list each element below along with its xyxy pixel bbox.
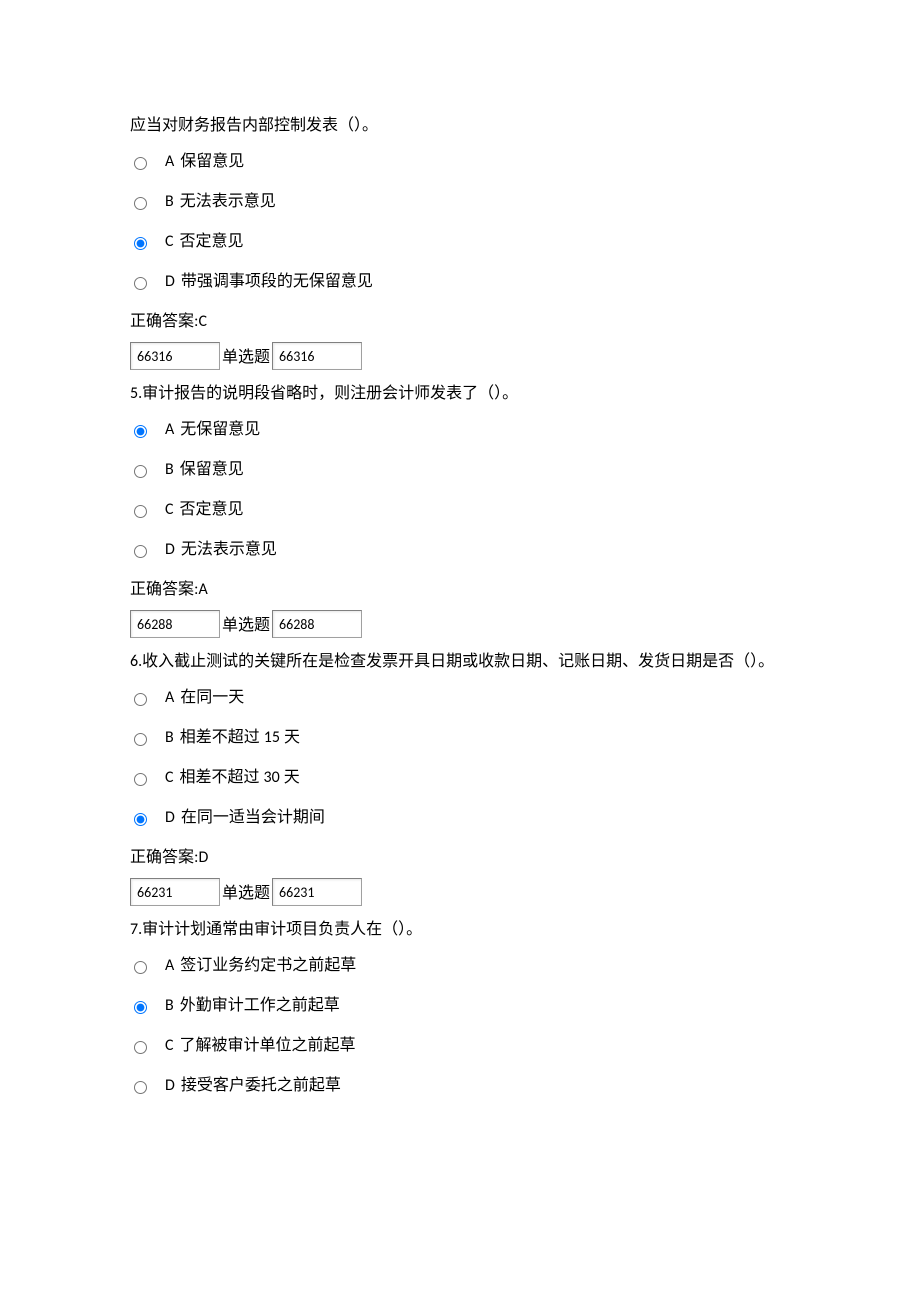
question-6-text: 6.收入截止测试的关键所在是检查发票开具日期或收款日期、记账日期、发货日期是否（… <box>130 646 790 678</box>
option-text: 无保留意见 <box>180 418 260 442</box>
option-text: 无法表示意见 <box>180 190 276 214</box>
answer-label: 正确答案: <box>130 849 198 866</box>
question-body: 收入截止测试的关键所在是检查发票开具日期或收款日期、记账日期、发货日期是否（）。 <box>142 653 774 670</box>
q4-option-b[interactable]: B 无法表示意见 <box>130 190 790 214</box>
q4-radio-a[interactable] <box>134 157 147 170</box>
question-body: 审计报告的说明段省略时，则注册会计师发表了（）。 <box>142 385 518 402</box>
option-text: 相差不超过 30 天 <box>180 766 300 790</box>
option-text: 否定意见 <box>180 230 244 254</box>
option-letter: D <box>165 1074 175 1098</box>
q4-option-d[interactable]: D 带强调事项段的无保留意见 <box>130 270 790 294</box>
option-letter: A <box>165 954 174 978</box>
type-label: 单选题 <box>222 882 270 906</box>
type-label: 单选题 <box>222 614 270 638</box>
option-text: 保留意见 <box>180 458 244 482</box>
q6-radio-c[interactable] <box>134 773 147 786</box>
answer-label: 正确答案: <box>130 581 198 598</box>
option-letter: B <box>165 994 174 1018</box>
q4-answer: 正确答案:C <box>130 310 790 334</box>
q4-code-row: 单选题 <box>130 342 790 370</box>
q7-option-c[interactable]: C 了解被审计单位之前起草 <box>130 1034 790 1058</box>
option-text: 无法表示意见 <box>181 538 277 562</box>
code-input-2[interactable] <box>272 342 362 370</box>
q4-option-a[interactable]: A 保留意见 <box>130 150 790 174</box>
q6-option-b[interactable]: B 相差不超过 15 天 <box>130 726 790 750</box>
q5-radio-c[interactable] <box>134 505 147 518</box>
answer-label: 正确答案: <box>130 313 198 330</box>
q6-radio-d[interactable] <box>134 813 147 826</box>
code-input-1[interactable] <box>130 342 220 370</box>
option-text: 相差不超过 15 天 <box>180 726 300 750</box>
q4-radio-c[interactable] <box>134 237 147 250</box>
question-body: 审计计划通常由审计项目负责人在（）。 <box>142 921 422 938</box>
type-label: 单选题 <box>222 346 270 370</box>
option-letter: A <box>165 686 174 710</box>
q4-radio-b[interactable] <box>134 197 147 210</box>
q7-radio-d[interactable] <box>134 1081 147 1094</box>
option-text: 保留意见 <box>180 150 244 174</box>
q7-radio-c[interactable] <box>134 1041 147 1054</box>
question-5-text: 5.审计报告的说明段省略时，则注册会计师发表了（）。 <box>130 378 790 410</box>
q7-option-d[interactable]: D 接受客户委托之前起草 <box>130 1074 790 1098</box>
option-letter: B <box>165 458 174 482</box>
q6-radio-b[interactable] <box>134 733 147 746</box>
code-input-2[interactable] <box>272 878 362 906</box>
option-letter: B <box>165 190 174 214</box>
q7-radio-a[interactable] <box>134 961 147 974</box>
question-4-partial-text: 应当对财务报告内部控制发表（）。 <box>130 110 790 142</box>
option-letter: C <box>165 1034 174 1058</box>
question-number: 7. <box>130 920 142 939</box>
q7-radio-b[interactable] <box>134 1001 147 1014</box>
q6-option-a[interactable]: A 在同一天 <box>130 686 790 710</box>
answer-value: C <box>198 312 207 331</box>
q6-answer: 正确答案:D <box>130 846 790 870</box>
question-7-text: 7.审计计划通常由审计项目负责人在（）。 <box>130 914 790 946</box>
option-letter: D <box>165 270 175 294</box>
q5-radio-a[interactable] <box>134 425 147 438</box>
option-text: 带强调事项段的无保留意见 <box>181 270 373 294</box>
q5-option-c[interactable]: C 否定意见 <box>130 498 790 522</box>
q4-option-c[interactable]: C 否定意见 <box>130 230 790 254</box>
q7-option-b[interactable]: B 外勤审计工作之前起草 <box>130 994 790 1018</box>
option-letter: D <box>165 806 175 830</box>
option-letter: A <box>165 150 174 174</box>
q7-option-a[interactable]: A 签订业务约定书之前起草 <box>130 954 790 978</box>
option-text: 在同一适当会计期间 <box>181 806 325 830</box>
q4-radio-d[interactable] <box>134 277 147 290</box>
option-letter: B <box>165 726 174 750</box>
code-input-1[interactable] <box>130 610 220 638</box>
code-input-1[interactable] <box>130 878 220 906</box>
q5-option-b[interactable]: B 保留意见 <box>130 458 790 482</box>
option-text: 外勤审计工作之前起草 <box>180 994 340 1018</box>
q6-code-row: 单选题 <box>130 878 790 906</box>
option-letter: A <box>165 418 174 442</box>
question-number: 6. <box>130 652 142 671</box>
q5-radio-d[interactable] <box>134 545 147 558</box>
q6-option-d[interactable]: D 在同一适当会计期间 <box>130 806 790 830</box>
code-input-2[interactable] <box>272 610 362 638</box>
option-text: 否定意见 <box>180 498 244 522</box>
option-letter: C <box>165 498 174 522</box>
option-text: 了解被审计单位之前起草 <box>180 1034 356 1058</box>
q5-option-d[interactable]: D 无法表示意见 <box>130 538 790 562</box>
option-letter: D <box>165 538 175 562</box>
option-letter: C <box>165 766 174 790</box>
q5-option-a[interactable]: A 无保留意见 <box>130 418 790 442</box>
q5-answer: 正确答案:A <box>130 578 790 602</box>
option-text: 接受客户委托之前起草 <box>181 1074 341 1098</box>
q5-radio-b[interactable] <box>134 465 147 478</box>
answer-value: D <box>198 848 208 867</box>
option-text: 在同一天 <box>180 686 244 710</box>
q6-option-c[interactable]: C 相差不超过 30 天 <box>130 766 790 790</box>
q6-radio-a[interactable] <box>134 693 147 706</box>
option-letter: C <box>165 230 174 254</box>
question-number: 5. <box>130 384 142 403</box>
q5-code-row: 单选题 <box>130 610 790 638</box>
answer-value: A <box>198 580 207 599</box>
option-text: 签订业务约定书之前起草 <box>180 954 356 978</box>
